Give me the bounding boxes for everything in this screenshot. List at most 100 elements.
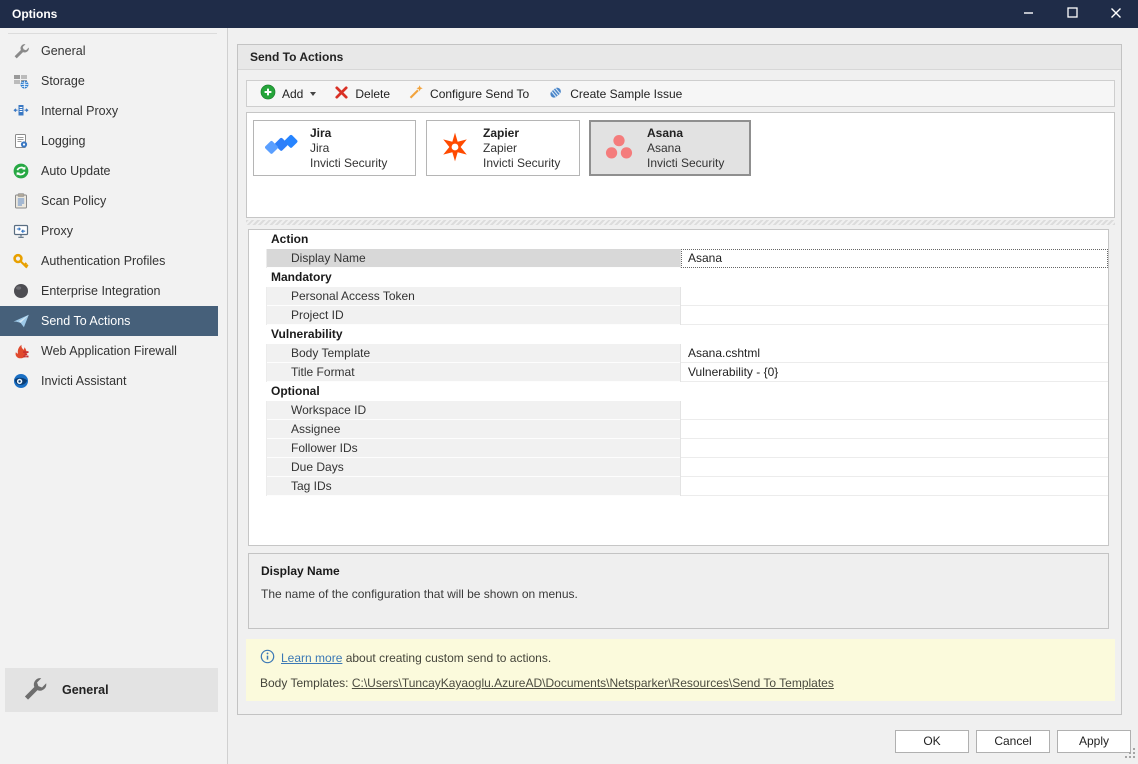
zapier-icon — [438, 130, 472, 167]
property-value-input[interactable] — [681, 477, 1108, 496]
property-row-title-format[interactable]: Title Format Vulnerability - {0} — [249, 363, 1108, 382]
sidebar-item-internal-proxy[interactable]: Internal Proxy — [0, 96, 218, 126]
property-row-personal-access-token[interactable]: Personal Access Token — [249, 287, 1108, 306]
property-value-input[interactable] — [681, 401, 1108, 420]
property-row-tag-ids[interactable]: Tag IDs — [249, 477, 1108, 496]
apply-button[interactable]: Apply — [1057, 730, 1131, 753]
property-row-due-days[interactable]: Due Days — [249, 458, 1108, 477]
asana-icon — [602, 130, 636, 167]
paper-plane-icon — [12, 312, 30, 330]
card-title: Jira — [310, 125, 332, 140]
sidebar-item-send-to-actions[interactable]: Send To Actions — [0, 306, 218, 336]
property-label[interactable]: Workspace ID — [267, 401, 681, 420]
configure-send-to-label: Configure Send To — [430, 86, 530, 101]
property-category-mandatory[interactable]: Mandatory — [249, 268, 1108, 287]
wand-icon — [408, 84, 424, 103]
card-title: Zapier — [483, 125, 520, 140]
property-label[interactable]: Title Format — [267, 363, 681, 382]
close-button[interactable] — [1094, 0, 1138, 28]
wrench-icon — [21, 675, 48, 705]
delete-label: Delete — [355, 86, 391, 101]
splitter-handle[interactable] — [246, 220, 1115, 225]
property-value-input[interactable] — [681, 420, 1108, 439]
sidebar-item-label: Auto Update — [41, 164, 111, 178]
property-label[interactable]: Display Name — [267, 249, 681, 268]
resize-grip[interactable] — [1124, 747, 1136, 762]
add-label: Add — [282, 86, 304, 101]
property-value-input[interactable]: Asana.cshtml — [681, 344, 1108, 363]
category-label: Optional — [271, 384, 320, 398]
property-value-input[interactable] — [681, 287, 1108, 306]
close-icon — [1110, 7, 1122, 22]
row-indent — [249, 306, 267, 325]
property-label[interactable]: Due Days — [267, 458, 681, 477]
delete-button[interactable]: Delete — [325, 82, 399, 105]
sidebar-item-invicti-assistant[interactable]: Invicti Assistant — [0, 366, 218, 396]
sidebar-item-authentication-profiles[interactable]: Authentication Profiles — [0, 246, 218, 276]
property-label[interactable]: Follower IDs — [267, 439, 681, 458]
monitor-icon — [12, 222, 30, 240]
refresh-icon — [12, 162, 30, 180]
property-row-project-id[interactable]: Project ID — [249, 306, 1108, 325]
category-label: Action — [271, 232, 309, 246]
ok-button[interactable]: OK — [895, 730, 969, 753]
card-vendor: Invicti Security — [647, 155, 725, 170]
card-zapier[interactable]: Zapier Zapier Invicti Security — [426, 120, 580, 176]
property-category-action[interactable]: Action — [249, 230, 1108, 249]
property-label[interactable]: Body Template — [267, 344, 681, 363]
sidebar-item-label: Storage — [41, 74, 85, 88]
card-title: Asana — [647, 125, 684, 140]
row-indent — [249, 420, 267, 439]
sidebar-item-label: Invicti Assistant — [41, 374, 127, 388]
key-icon — [12, 252, 30, 270]
property-value-input[interactable]: Asana — [681, 249, 1108, 268]
property-category-vulnerability[interactable]: Vulnerability — [249, 325, 1108, 344]
assistant-icon — [12, 372, 30, 390]
property-label[interactable]: Tag IDs — [267, 477, 681, 496]
card-asana[interactable]: Asana Asana Invicti Security — [589, 120, 751, 176]
sidebar-item-logging[interactable]: Logging — [0, 126, 218, 156]
storage-icon — [12, 72, 30, 90]
sidebar-item-enterprise-integration[interactable]: Enterprise Integration — [0, 276, 218, 306]
sidebar-item-proxy[interactable]: Proxy — [0, 216, 218, 246]
configure-send-to-button[interactable]: Configure Send To — [399, 82, 538, 105]
property-value-input[interactable] — [681, 439, 1108, 458]
property-value-input[interactable] — [681, 458, 1108, 477]
property-row-display-name[interactable]: Display Name Asana — [249, 249, 1108, 268]
property-category-optional[interactable]: Optional — [249, 382, 1108, 401]
cancel-button[interactable]: Cancel — [976, 730, 1050, 753]
body-templates-path-link[interactable]: C:\Users\TuncayKayaoglu.AzureAD\Document… — [352, 676, 834, 690]
sidebar: General Storage Internal Proxy Logging A… — [0, 28, 228, 764]
sidebar-item-label: Scan Policy — [41, 194, 107, 208]
title-bar: Options — [0, 0, 1138, 28]
row-indent — [249, 344, 267, 363]
sidebar-item-general[interactable]: General — [0, 36, 218, 66]
panel-title: Send To Actions — [250, 50, 344, 64]
sidebar-item-label: Send To Actions — [41, 314, 131, 328]
toolbar: Add Delete Configure Send To Create Samp… — [246, 80, 1115, 107]
property-row-assignee[interactable]: Assignee — [249, 420, 1108, 439]
row-indent — [249, 477, 267, 496]
minimize-button[interactable] — [1006, 0, 1050, 28]
property-label[interactable]: Project ID — [267, 306, 681, 325]
learn-more-link[interactable]: Learn more — [281, 651, 342, 665]
sidebar-item-auto-update[interactable]: Auto Update — [0, 156, 218, 186]
proxy-server-icon — [12, 102, 30, 120]
property-row-follower-ids[interactable]: Follower IDs — [249, 439, 1108, 458]
category-label: Vulnerability — [271, 327, 343, 341]
sidebar-item-scan-policy[interactable]: Scan Policy — [0, 186, 218, 216]
add-button[interactable]: Add — [251, 82, 325, 105]
sidebar-item-web-application-firewall[interactable]: Web Application Firewall — [0, 336, 218, 366]
card-jira[interactable]: Jira Jira Invicti Security — [253, 120, 416, 176]
property-label[interactable]: Assignee — [267, 420, 681, 439]
property-row-workspace-id[interactable]: Workspace ID — [249, 401, 1108, 420]
property-row-body-template[interactable]: Body Template Asana.cshtml — [249, 344, 1108, 363]
maximize-button[interactable] — [1050, 0, 1094, 28]
maximize-icon — [1066, 7, 1078, 21]
property-value-input[interactable]: Vulnerability - {0} — [681, 363, 1108, 382]
property-value-input[interactable] — [681, 306, 1108, 325]
sidebar-item-storage[interactable]: Storage — [0, 66, 218, 96]
property-label[interactable]: Personal Access Token — [267, 287, 681, 306]
create-sample-issue-button[interactable]: Create Sample Issue — [538, 82, 691, 105]
sidebar-category-general[interactable]: General — [5, 668, 218, 712]
